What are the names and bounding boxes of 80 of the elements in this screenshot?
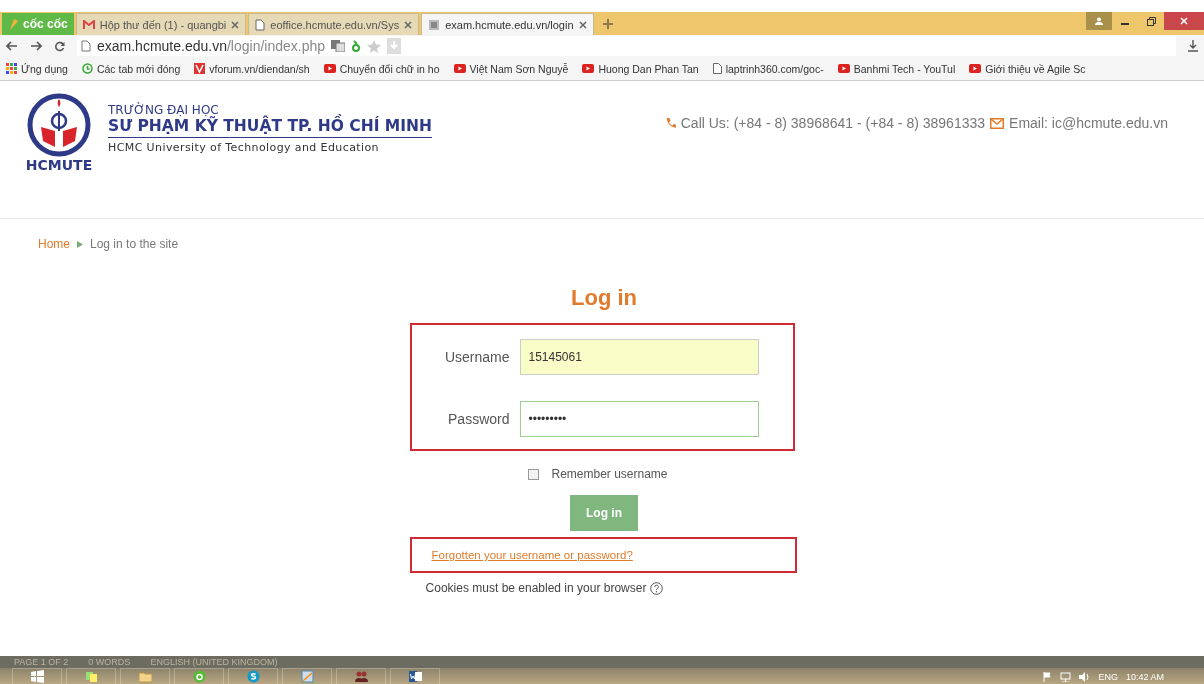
bookmark-link[interactable]: Ứng dụng — [6, 62, 68, 75]
taskbar-app-button[interactable] — [12, 668, 62, 684]
help-icon[interactable] — [650, 581, 664, 595]
status-text: PAGE 1 OF 2 — [14, 657, 69, 667]
cookies-note: Cookies must be enabled in your browser — [425, 581, 647, 595]
bookmark-link[interactable]: Chuyển đổi chữ in ho — [323, 62, 440, 75]
university-emblem-icon — [27, 93, 91, 157]
status-text: 0 WORDS — [88, 657, 131, 667]
remember-checkbox[interactable] — [528, 468, 540, 480]
breadcrumb-current: Log in to the site — [90, 237, 179, 251]
volume-icon — [1079, 671, 1091, 682]
page-icon — [81, 40, 91, 52]
close-icon — [1180, 17, 1188, 25]
people-icon — [354, 670, 368, 683]
bookmark-link[interactable]: Huong Dan Phan Tan — [582, 62, 699, 75]
browser-tab[interactable]: Hộp thư đến (1) - quangbi — [75, 13, 247, 35]
star-icon — [367, 39, 382, 53]
flag-icon — [1043, 671, 1053, 682]
network-icon — [1060, 671, 1072, 682]
document-app-icon — [408, 670, 422, 683]
bookmark-link[interactable]: laptrinh360.com/goc- — [712, 62, 824, 75]
browser-tab[interactable]: eoffice.hcmute.edu.vn/Sys — [248, 13, 420, 35]
play-icon — [453, 64, 466, 73]
bookmark-link[interactable]: Banhmi Tech - YouTul — [837, 62, 956, 75]
bookmark-link[interactable]: Giới thiệu về Agile Sc — [969, 62, 1086, 75]
browser-tab[interactable]: exam.hcmute.edu.vn/login — [421, 13, 594, 35]
taskbar-app-button[interactable] — [336, 668, 386, 684]
username-field[interactable]: 15145061 — [519, 339, 759, 375]
close-icon — [231, 20, 240, 29]
field-label: Password — [448, 411, 510, 427]
bookmark-link[interactable]: Việt Nam Sơn Nguyễ — [453, 62, 569, 75]
envelope-icon — [990, 117, 1005, 129]
translate-icon — [331, 40, 346, 52]
taskbar-app-button[interactable] — [66, 668, 116, 684]
taskbar-app-button[interactable] — [390, 668, 440, 684]
page-icon — [428, 18, 441, 31]
phone-icon — [664, 117, 676, 129]
login-title: Log in — [571, 285, 637, 311]
logo-text: HCMUTE — [25, 157, 93, 173]
close-icon — [404, 20, 413, 29]
leaf-icon — [8, 17, 20, 31]
play-icon — [582, 64, 595, 73]
chat-app-icon — [246, 670, 260, 683]
windows-logo-icon — [30, 670, 44, 683]
download-icon — [1188, 40, 1198, 52]
page-icon — [255, 18, 266, 31]
sticky-notes-icon — [84, 670, 98, 683]
school-name: TRƯỜNG ĐẠI HỌC — [108, 103, 220, 117]
status-text: ENGLISH (UNITED KINGDOM) — [150, 657, 278, 667]
address-bar[interactable]: exam.hcmute.edu.vn/login/index.php — [77, 36, 1176, 56]
apps-grid-icon — [6, 63, 17, 74]
accent-icon — [351, 39, 362, 53]
bookmark-link[interactable]: vforum.vn/diendan/sh — [194, 62, 310, 75]
new-tab-icon — [601, 18, 614, 30]
play-icon — [969, 64, 982, 73]
checkbox-label: Remember username — [551, 467, 668, 481]
v-logo-icon — [194, 63, 206, 74]
reload-icon[interactable] — [54, 40, 65, 52]
browser-icon — [192, 670, 206, 683]
field-label: Username — [444, 349, 510, 365]
bookmark-link[interactable]: Các tab mới đóng — [81, 62, 181, 75]
play-icon — [837, 64, 850, 73]
clock-time: 10:42 AM — [1125, 671, 1164, 682]
history-icon — [81, 63, 93, 74]
password-field[interactable]: ••••••••• — [519, 401, 759, 437]
school-name-english: HCMC University of Technology and Education — [108, 141, 380, 154]
paint-icon — [300, 670, 314, 683]
restore-icon — [1146, 16, 1156, 26]
forward-arrow-icon[interactable] — [30, 41, 42, 51]
page-icon — [712, 63, 722, 74]
phone-text: Call Us: (+84 - 8) 38968641 - (+84 - 8) 38961333 — [680, 115, 986, 131]
folder-icon — [138, 670, 152, 683]
email-text: Email: ic@hcmute.edu.vn — [1009, 115, 1168, 131]
close-icon — [578, 20, 587, 29]
download-icon — [387, 38, 402, 54]
back-arrow-icon[interactable] — [6, 41, 18, 51]
play-icon — [323, 64, 336, 73]
triangle-icon — [77, 240, 83, 248]
person-icon — [1095, 17, 1103, 25]
mail-icon — [82, 19, 95, 30]
